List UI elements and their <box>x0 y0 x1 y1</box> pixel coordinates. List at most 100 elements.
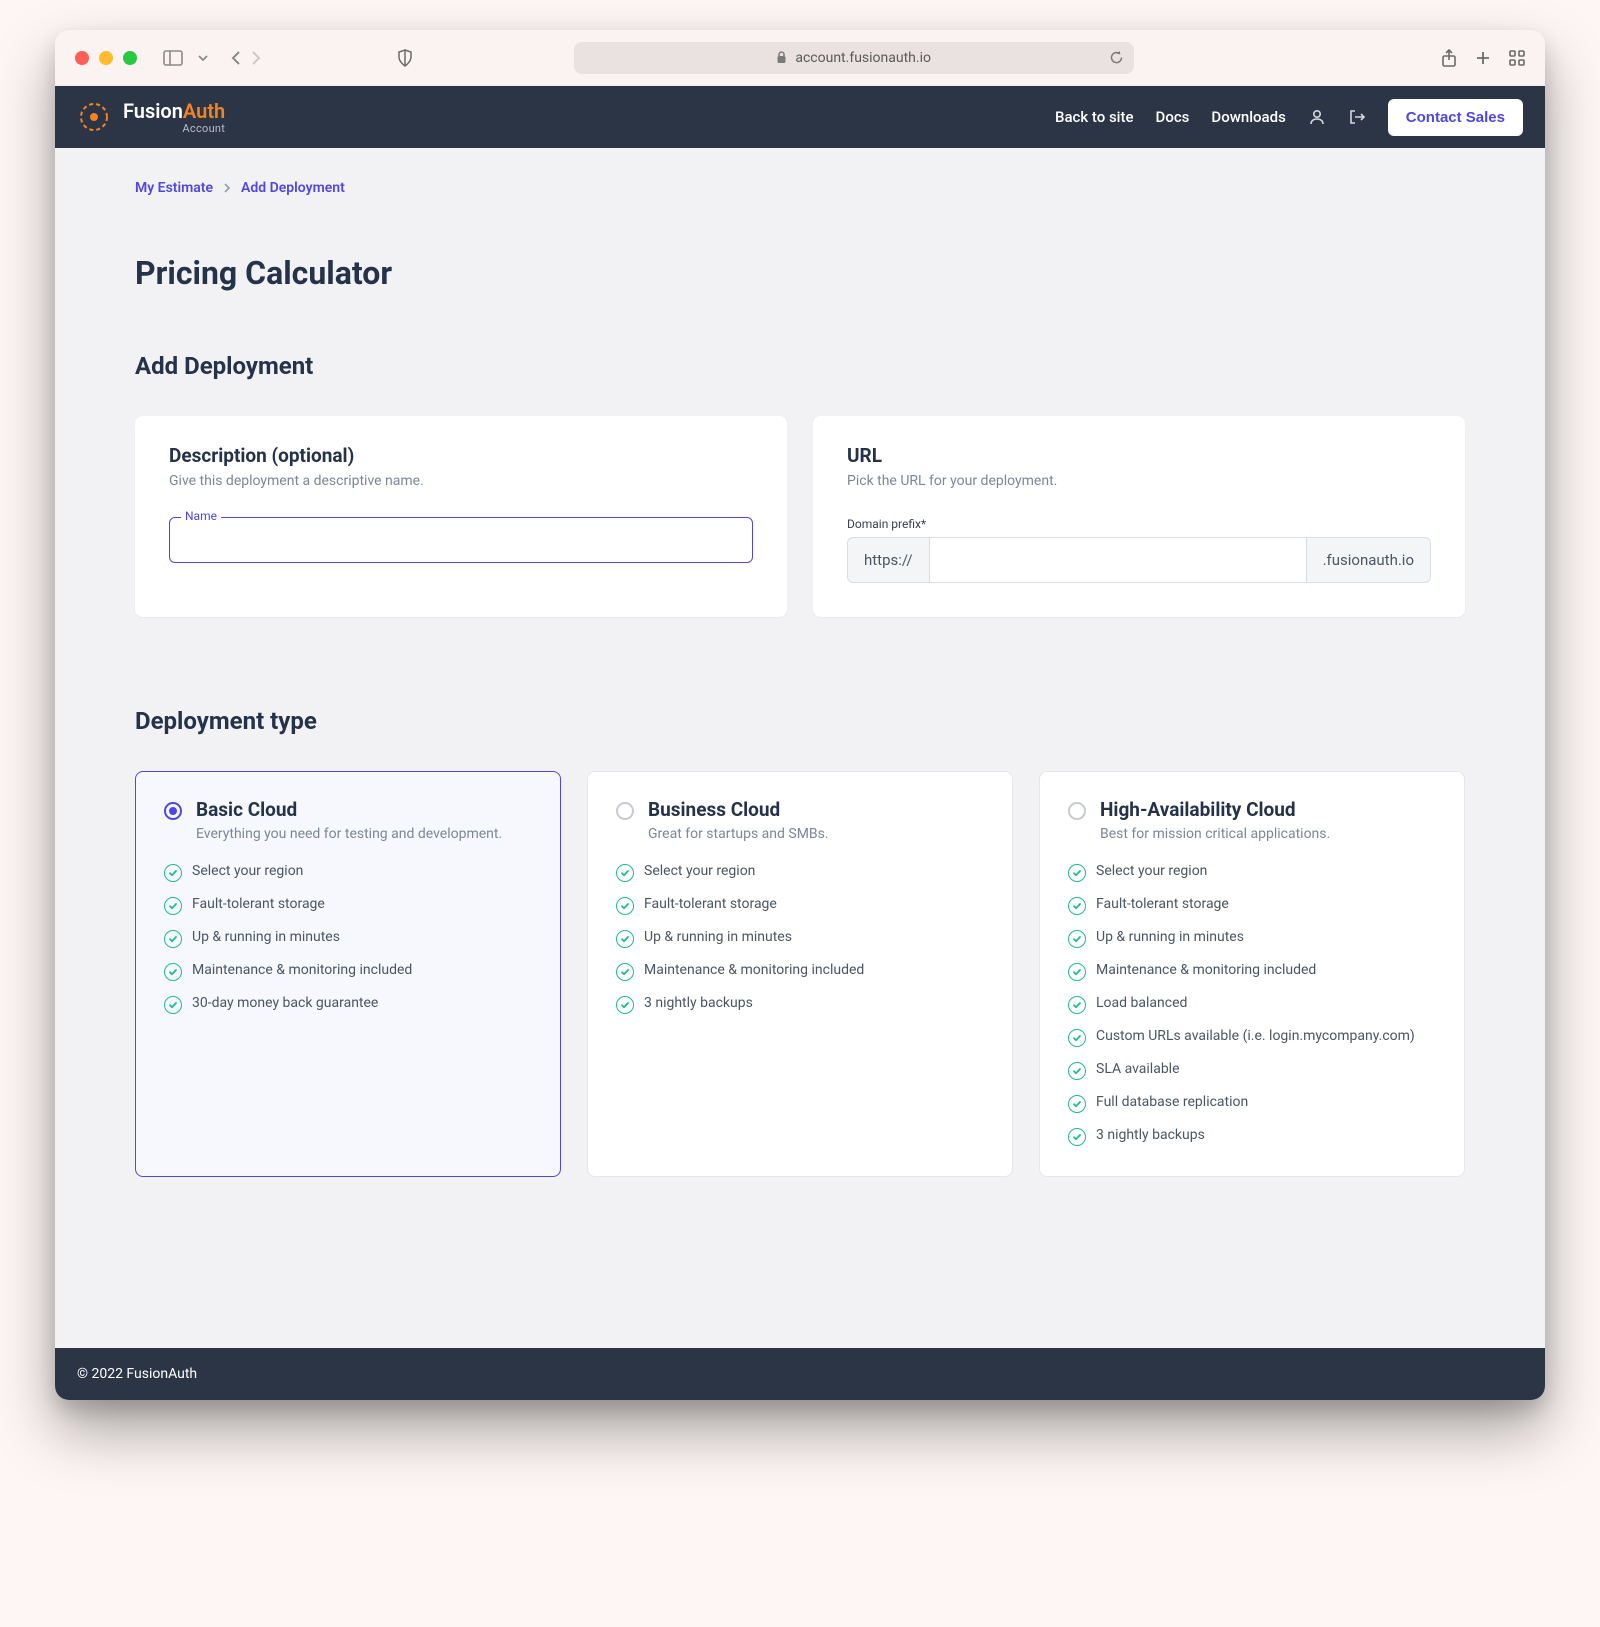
close-window-button[interactable] <box>75 51 89 65</box>
feature-text: Select your region <box>192 863 303 879</box>
nav-docs[interactable]: Docs <box>1156 108 1190 126</box>
feature-text: Maintenance & monitoring included <box>192 962 412 978</box>
logo[interactable]: FusionAuth Account <box>77 100 225 134</box>
feature-item: Load balanced <box>1068 995 1436 1014</box>
back-icon[interactable] <box>229 50 243 66</box>
feature-item: SLA available <box>1068 1061 1436 1080</box>
url-suffix-addon: .fusionauth.io <box>1307 537 1431 583</box>
breadcrumb-root[interactable]: My Estimate <box>135 180 213 196</box>
minimize-window-button[interactable] <box>99 51 113 65</box>
description-card: Description (optional) Give this deploym… <box>135 416 787 617</box>
tabs-overview-icon[interactable] <box>1509 49 1525 67</box>
feature-text: Fault-tolerant storage <box>644 896 777 912</box>
plan-desc: Great for startups and SMBs. <box>648 825 829 845</box>
feature-item: 3 nightly backups <box>1068 1127 1436 1146</box>
plan-card-ha[interactable]: High-Availability CloudBest for mission … <box>1039 771 1465 1177</box>
feature-text: Up & running in minutes <box>644 929 792 945</box>
new-tab-icon[interactable] <box>1475 49 1491 67</box>
breadcrumb: My Estimate Add Deployment <box>135 180 1465 196</box>
feature-item: Maintenance & monitoring included <box>164 962 532 981</box>
feature-text: Up & running in minutes <box>192 929 340 945</box>
url-protocol-addon: https:// <box>847 537 929 583</box>
feature-item: Up & running in minutes <box>1068 929 1436 948</box>
plan-title: Business Cloud <box>648 798 829 821</box>
address-bar-text: account.fusionauth.io <box>795 50 931 66</box>
feature-text: Fault-tolerant storage <box>192 896 325 912</box>
plan-radio-ha[interactable] <box>1068 802 1086 820</box>
plan-radio-basic[interactable] <box>164 802 182 820</box>
plan-features: Select your region Fault-tolerant storage… <box>616 863 984 1014</box>
name-input[interactable] <box>169 517 753 563</box>
url-input-group: https:// .fusionauth.io <box>847 537 1431 583</box>
feature-text: Select your region <box>1096 863 1207 879</box>
feature-text: Load balanced <box>1096 995 1187 1011</box>
plan-radio-business[interactable] <box>616 802 634 820</box>
plan-card-basic[interactable]: Basic CloudEverything you need for testi… <box>135 771 561 1177</box>
check-icon <box>1068 1062 1086 1080</box>
feature-text: 3 nightly backups <box>1096 1127 1205 1143</box>
description-card-title: Description (optional) <box>169 444 753 467</box>
feature-item: Maintenance & monitoring included <box>1068 962 1436 981</box>
footer: © 2022 FusionAuth <box>55 1348 1545 1400</box>
check-icon <box>1068 864 1086 882</box>
feature-text: Full database replication <box>1096 1094 1248 1110</box>
feature-item: Fault-tolerant storage <box>164 896 532 915</box>
feature-text: Maintenance & monitoring included <box>1096 962 1316 978</box>
feature-text: 3 nightly backups <box>644 995 753 1011</box>
feature-text: Custom URLs available (i.e. login.mycomp… <box>1096 1028 1415 1044</box>
footer-copyright: © 2022 FusionAuth <box>77 1366 197 1382</box>
plan-title: Basic Cloud <box>196 798 502 821</box>
maximize-window-button[interactable] <box>123 51 137 65</box>
contact-sales-button[interactable]: Contact Sales <box>1388 99 1523 136</box>
share-icon[interactable] <box>1441 49 1457 67</box>
check-icon <box>1068 1029 1086 1047</box>
nav-back-to-site[interactable]: Back to site <box>1055 108 1134 126</box>
feature-item: Fault-tolerant storage <box>616 896 984 915</box>
check-icon <box>1068 1128 1086 1146</box>
plan-features: Select your region Fault-tolerant storage… <box>1068 863 1436 1146</box>
section-deployment-type: Deployment type <box>135 707 1465 735</box>
domain-prefix-label: Domain prefix* <box>847 517 1431 531</box>
address-bar[interactable]: account.fusionauth.io <box>574 42 1134 74</box>
check-icon <box>616 930 634 948</box>
forward-icon[interactable] <box>249 50 263 66</box>
feature-item: Up & running in minutes <box>616 929 984 948</box>
plan-title: High-Availability Cloud <box>1100 798 1330 821</box>
check-icon <box>616 996 634 1014</box>
feature-item: Select your region <box>616 863 984 882</box>
url-card-title: URL <box>847 444 1431 467</box>
feature-text: 30-day money back guarantee <box>192 995 378 1011</box>
shield-icon[interactable] <box>397 49 413 67</box>
domain-prefix-input[interactable] <box>929 537 1307 583</box>
feature-text: Fault-tolerant storage <box>1096 896 1229 912</box>
check-icon <box>164 963 182 981</box>
name-field-label: Name <box>181 509 221 523</box>
feature-item: Select your region <box>1068 863 1436 882</box>
chevron-right-icon <box>223 183 231 193</box>
check-icon <box>1068 963 1086 981</box>
breadcrumb-current: Add Deployment <box>241 180 345 196</box>
logout-icon[interactable] <box>1348 108 1366 126</box>
logo-mark-icon <box>77 100 111 134</box>
traffic-lights <box>75 51 137 65</box>
description-card-hint: Give this deployment a descriptive name. <box>169 473 753 489</box>
sidebar-toggle-icon[interactable] <box>163 50 183 66</box>
plan-cards: Basic CloudEverything you need for testi… <box>135 771 1465 1177</box>
plan-card-business[interactable]: Business Cloud Great for startups and SMB… <box>587 771 1013 1177</box>
feature-text: Up & running in minutes <box>1096 929 1244 945</box>
feature-text: SLA available <box>1096 1061 1180 1077</box>
browser-chrome: account.fusionauth.io <box>55 30 1545 86</box>
feature-item: Fault-tolerant storage <box>1068 896 1436 915</box>
check-icon <box>616 864 634 882</box>
check-icon <box>164 996 182 1014</box>
nav-downloads[interactable]: Downloads <box>1211 108 1285 126</box>
check-icon <box>1068 897 1086 915</box>
chevron-down-icon[interactable] <box>197 52 209 64</box>
feature-item: Select your region <box>164 863 532 882</box>
reload-icon[interactable] <box>1109 50 1124 65</box>
check-icon <box>616 897 634 915</box>
logo-text: FusionAuth Account <box>123 101 225 134</box>
feature-item: Full database replication <box>1068 1094 1436 1113</box>
feature-item: Custom URLs available (i.e. login.mycomp… <box>1068 1028 1436 1047</box>
user-icon[interactable] <box>1308 108 1326 126</box>
